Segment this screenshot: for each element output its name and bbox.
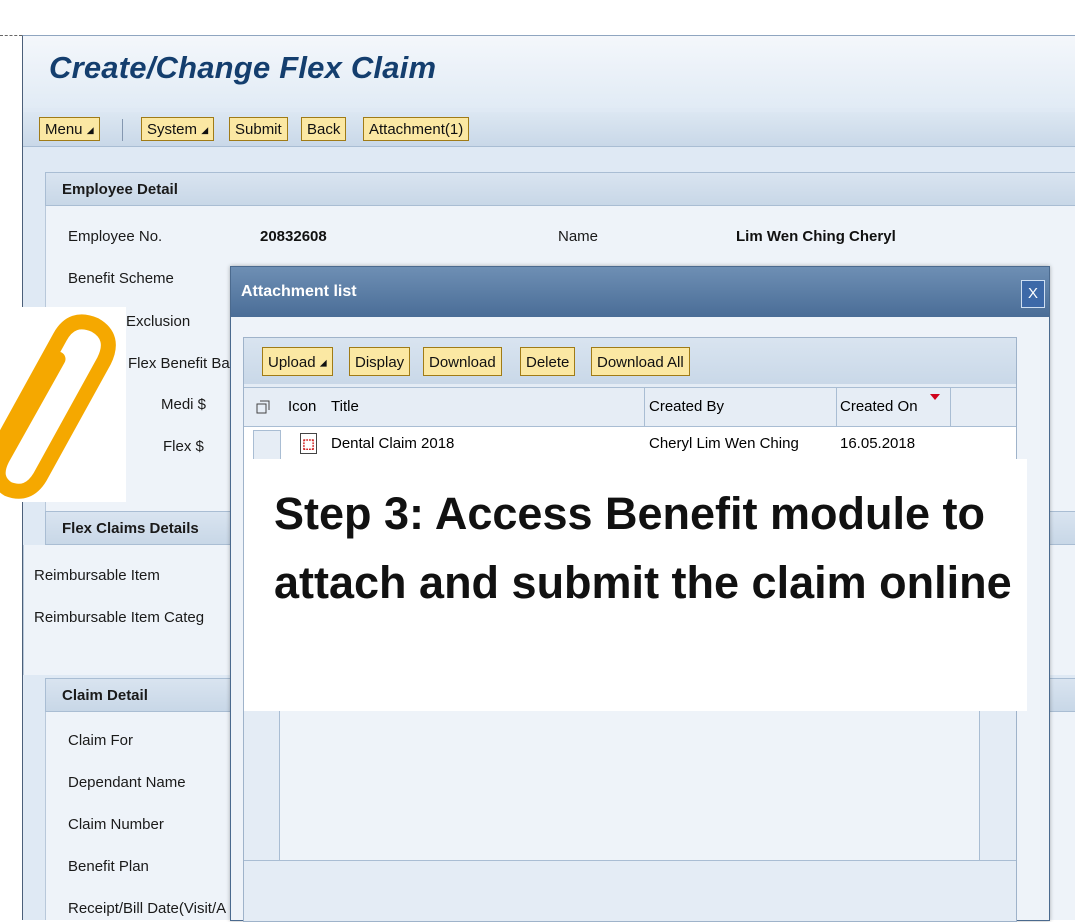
employee-no-label: Employee No. <box>68 228 163 245</box>
column-created-on[interactable]: Created On <box>840 388 918 426</box>
benefit-scheme-label: Benefit Scheme <box>68 270 174 287</box>
name-label: Name <box>558 228 599 245</box>
claim-for-label: Claim For <box>68 732 134 749</box>
dropdown-icon: ◢ <box>201 125 209 136</box>
paperclip-icon <box>0 314 116 499</box>
reimbursable-category-label: Reimbursable Item Categ <box>34 609 205 626</box>
system-button-label: System <box>147 121 198 138</box>
main-toolbar: Menu ◢ System ◢ Submit Back Attachment(1… <box>23 112 1075 147</box>
step-callout: Step 3: Access Benefit module to attach … <box>244 459 1027 711</box>
page-title: Create/Change Flex Claim <box>49 50 437 85</box>
column-divider <box>644 388 645 426</box>
column-divider <box>836 388 837 426</box>
sort-desc-icon <box>930 394 940 400</box>
receipt-date-label: Receipt/Bill Date(Visit/A <box>68 900 227 917</box>
claim-number-label: Claim Number <box>68 816 164 833</box>
paperclip-panel <box>0 307 126 502</box>
menu-button-label: Menu <box>45 121 83 138</box>
row-created-on: 16.05.2018 <box>840 435 916 452</box>
employee-no-value: 20832608 <box>260 228 327 245</box>
flex-label: Flex $ <box>163 438 204 455</box>
exclusion-label: Exclusion <box>126 313 191 330</box>
benefit-plan-label: Benefit Plan <box>68 858 149 875</box>
dependant-name-label: Dependant Name <box>68 774 186 791</box>
row-created-by: Cheryl Lim Wen Ching <box>649 435 799 452</box>
column-icon[interactable]: Icon <box>288 388 316 426</box>
attachment-toolbar: Upload ◢ Display Download Delete Downloa… <box>244 338 1016 384</box>
name-value: Lim Wen Ching Cheryl <box>736 228 896 245</box>
title-bar: Create/Change Flex Claim <box>23 36 1075 108</box>
dropdown-icon: ◢ <box>319 357 327 368</box>
pdf-icon: ⬚ <box>300 433 317 454</box>
column-title[interactable]: Title <box>331 388 359 426</box>
display-button[interactable]: Display <box>349 347 411 376</box>
row-title[interactable]: Dental Claim 2018 <box>331 427 454 461</box>
grid-header: Icon Title Created By Created On <box>244 387 1016 427</box>
column-divider <box>950 388 951 426</box>
table-row[interactable]: ⬚ Dental Claim 2018 Cheryl Lim Wen Ching… <box>244 427 1016 461</box>
upload-button[interactable]: Upload ◢ <box>262 347 333 376</box>
upload-button-label: Upload <box>268 354 316 371</box>
delete-button[interactable]: Delete <box>520 347 576 376</box>
submit-button[interactable]: Submit <box>229 117 288 141</box>
toolbar-separator <box>122 119 123 141</box>
dropdown-icon: ◢ <box>86 125 94 136</box>
flex-benefit-label: Flex Benefit Ba <box>128 355 230 372</box>
attachment-button[interactable]: Attachment(1) <box>363 117 470 141</box>
callout-text: Step 3: Access Benefit module to attach … <box>274 488 1012 608</box>
download-button[interactable]: Download <box>423 347 502 376</box>
download-all-button[interactable]: Download All <box>591 347 690 376</box>
dashed-guide-line <box>0 35 22 36</box>
menu-button[interactable]: Menu ◢ <box>39 117 100 141</box>
system-button[interactable]: System ◢ <box>141 117 215 141</box>
select-all-icon[interactable] <box>256 400 270 414</box>
dialog-title: Attachment list <box>231 267 1049 317</box>
reimbursable-item-label: Reimbursable Item <box>34 567 160 584</box>
grid-footer <box>244 860 1016 921</box>
column-created-by[interactable]: Created By <box>649 388 724 426</box>
row-selector[interactable] <box>253 430 281 460</box>
employee-detail-header: Employee Detail <box>45 172 1075 206</box>
close-icon[interactable]: X <box>1021 280 1045 308</box>
back-button[interactable]: Back <box>301 117 347 141</box>
medi-label: Medi $ <box>161 396 207 413</box>
